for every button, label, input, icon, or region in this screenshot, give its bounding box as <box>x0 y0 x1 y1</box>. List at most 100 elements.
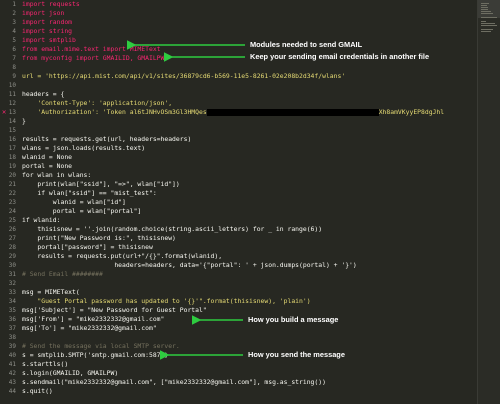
code-line: wlans = json.loads(results.text) <box>22 144 146 152</box>
annotation-send: How you send the message <box>248 350 345 359</box>
line-number: 17 <box>8 145 16 152</box>
line-number: 42 <box>8 370 16 377</box>
minimap-line <box>481 3 489 4</box>
code-line: 'Content-Type': 'application/json', <box>22 99 173 107</box>
line-number: 30 <box>8 262 16 269</box>
line-number: 36 <box>8 316 16 323</box>
minimap-line <box>481 25 497 26</box>
line-number: 32 <box>8 280 16 287</box>
line-number: 21 <box>8 181 16 188</box>
minimap[interactable] <box>477 0 500 404</box>
code-line: "Guest Portal password has updated to '{… <box>22 297 311 305</box>
minimap-line <box>481 5 487 6</box>
code-line: s.starttls() <box>22 360 69 368</box>
code-line: s = smtplib.SMTP('smtp.gmail.com:587') <box>22 351 169 359</box>
code-line: portal["password"] = thisisnew <box>22 243 153 251</box>
line-number: 12 <box>8 100 16 107</box>
annotation-credentials: Keep your sending email credentials in a… <box>250 52 430 61</box>
line-number: 7 <box>12 55 16 62</box>
line-number: 19 <box>8 163 16 170</box>
code-line: import json <box>22 9 65 17</box>
annotation-modules: Modules needed to send GMAIL <box>250 40 363 49</box>
code-line: import random <box>22 18 73 26</box>
line-number: 33 <box>8 289 16 296</box>
code-line: wlanid = wlan["id"] <box>22 198 126 206</box>
line-number: 29 <box>8 253 16 260</box>
code-comment: # Send the message via local SMTP server… <box>22 342 180 350</box>
line-number: 43 <box>8 379 16 386</box>
code-line: wlanid = None <box>22 153 73 161</box>
line-number: 34 <box>8 298 16 305</box>
line-number: 22 <box>8 190 16 197</box>
code-line: print("New Password is:", thisisnew) <box>22 234 176 242</box>
code-line: s.quit() <box>22 387 53 395</box>
code-line: thisisnew = ''.join(random.choice(string… <box>22 225 323 233</box>
minimap-line <box>481 31 491 32</box>
line-number: 9 <box>12 73 16 80</box>
code-line: results = requests.get(url, headers=head… <box>22 135 192 143</box>
code-line: msg['Subject'] = "New Password for Guest… <box>22 306 207 314</box>
code-line: from email.mime.text import MIMEText <box>22 45 161 53</box>
line-number: 14 <box>8 118 16 125</box>
code-line: headers=headers, data='{"portal": ' + js… <box>22 261 357 269</box>
auth-token-visible: 'Authorization': 'Token al6tJNHvOSm3Gl3H… <box>22 108 207 116</box>
line-number: 28 <box>8 244 16 251</box>
code-line: msg['To'] = "mike2332332@gmail.com" <box>22 324 157 332</box>
code-line: import string <box>22 27 73 35</box>
line-number: 27 <box>8 235 16 242</box>
line-number: 40 <box>8 352 16 359</box>
line-number: 20 <box>8 172 16 179</box>
code-line: results = requests.put(url+"/{}".format(… <box>22 252 223 260</box>
line-number: 8 <box>12 64 16 71</box>
line-number: 41 <box>8 361 16 368</box>
code-line: if wlan["ssid"] == "mist_test": <box>22 189 157 197</box>
code-line: portal = wlan["portal"] <box>22 207 142 215</box>
line-number: 15 <box>8 127 16 134</box>
line-number: 24 <box>8 208 16 215</box>
line-number: 10 <box>8 82 16 89</box>
error-marker-icon: ✕ <box>2 108 7 116</box>
line-number: 16 <box>8 136 16 143</box>
line-number: 23 <box>8 199 16 206</box>
minimap-line <box>481 29 493 30</box>
line-number: 18 <box>8 154 16 161</box>
code-line: headers = { <box>22 90 65 98</box>
code-line: msg = MIMEText( <box>22 288 80 296</box>
code-line: s.login(GMAILID, GMAILPW) <box>22 369 119 377</box>
code-line: if wlanid: <box>22 216 61 224</box>
minimap-line <box>481 21 486 22</box>
line-number: 39 <box>8 343 16 350</box>
code-line: } <box>22 117 26 125</box>
code-line: msg['From'] = "mike2332332@gmail.com" <box>22 315 165 323</box>
line-number: 5 <box>12 37 16 44</box>
minimap-line <box>481 13 493 14</box>
annotation-build: How you build a message <box>248 315 339 324</box>
code-line: for wlan in wlans: <box>22 171 92 179</box>
line-number: 31 <box>8 271 16 278</box>
line-number: 37 <box>8 325 16 332</box>
minimap-line <box>481 17 497 18</box>
line-number: 4 <box>12 28 16 35</box>
line-number: 44 <box>8 388 16 395</box>
line-number: 38 <box>8 334 16 341</box>
line-number: 2 <box>12 10 16 17</box>
minimap-line <box>481 11 491 12</box>
redaction-bar <box>206 108 379 116</box>
code-line: s.sendmail("mike2332332@gmail.com", ["mi… <box>22 378 326 386</box>
code-line: print(wlan["ssid"], "=>", wlan["id"]) <box>22 180 180 188</box>
line-number-gutter: 1 2 3 4 5 6 7 8 9 10 11 12 13 ✕ 14 15 16… <box>0 0 22 404</box>
code-line: url = 'https://api.mist.com/api/v1/sites… <box>22 72 346 80</box>
code-line: import requests <box>22 0 80 8</box>
line-number: 6 <box>12 46 16 53</box>
line-number: 35 <box>8 307 16 314</box>
minimap-line <box>481 9 488 10</box>
code-line: import smtplib <box>22 36 76 44</box>
minimap-line <box>481 7 488 8</box>
line-number: 26 <box>8 226 16 233</box>
minimap-line <box>481 23 495 24</box>
code-comment: # Send Email ######## <box>22 270 103 278</box>
code-line: portal = None <box>22 162 73 170</box>
line-number: 11 <box>8 91 16 98</box>
line-number: 1 <box>12 1 16 8</box>
auth-token-tail: Xh8amVKyyEP8dgJhl <box>378 108 445 116</box>
